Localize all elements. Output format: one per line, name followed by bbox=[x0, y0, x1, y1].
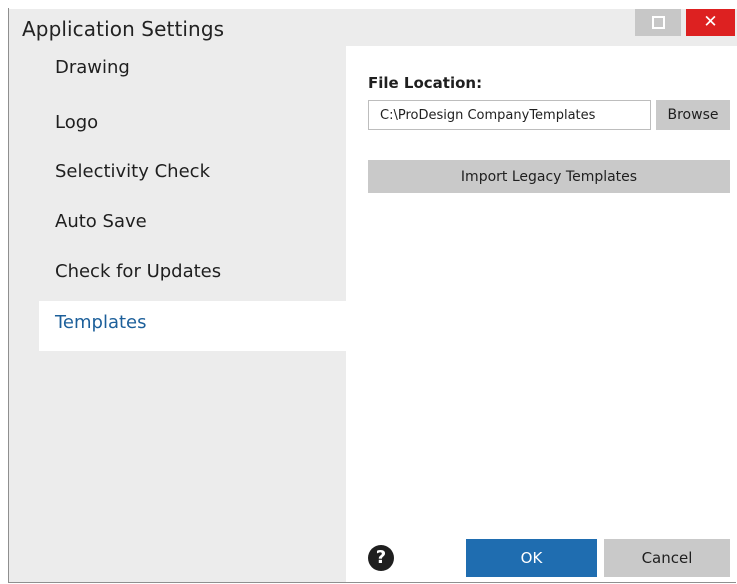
settings-window: Application Settings ✕ Drawing Logo Sele… bbox=[0, 0, 737, 584]
settings-sidebar: Drawing Logo Selectivity Check Auto Save… bbox=[9, 46, 346, 583]
ok-button[interactable]: OK bbox=[466, 539, 597, 577]
browse-button[interactable]: Browse bbox=[656, 100, 730, 130]
close-icon: ✕ bbox=[703, 12, 718, 32]
sidebar-item-auto-save[interactable]: Auto Save bbox=[9, 200, 346, 250]
sidebar-item-label: Logo bbox=[55, 112, 99, 133]
restore-icon bbox=[651, 16, 665, 29]
file-location-input[interactable] bbox=[368, 100, 651, 130]
sidebar-item-templates[interactable]: Templates bbox=[39, 301, 346, 351]
help-icon[interactable]: ? bbox=[368, 545, 394, 571]
restore-button[interactable] bbox=[635, 9, 681, 36]
sidebar-item-label: Templates bbox=[55, 312, 147, 333]
window-title: Application Settings bbox=[22, 17, 225, 41]
sidebar-item-label: Check for Updates bbox=[55, 261, 222, 282]
sidebar-item-check-for-updates[interactable]: Check for Updates bbox=[9, 250, 346, 300]
sidebar-item-label: Selectivity Check bbox=[55, 161, 210, 182]
import-legacy-templates-button[interactable]: Import Legacy Templates bbox=[368, 160, 730, 193]
sidebar-item-logo[interactable]: Logo bbox=[9, 101, 346, 151]
sidebar-item-label: Auto Save bbox=[55, 211, 147, 232]
cancel-button[interactable]: Cancel bbox=[604, 539, 730, 577]
close-button[interactable]: ✕ bbox=[686, 9, 735, 36]
templates-panel: File Location: Browse Import Legacy Temp… bbox=[346, 46, 737, 583]
sidebar-item-label: Drawing bbox=[55, 57, 130, 78]
sidebar-item-drawing[interactable]: Drawing bbox=[9, 46, 346, 96]
file-location-label: File Location: bbox=[368, 74, 483, 92]
sidebar-item-selectivity-check[interactable]: Selectivity Check bbox=[9, 150, 346, 200]
title-bar[interactable]: Application Settings ✕ bbox=[9, 9, 737, 46]
